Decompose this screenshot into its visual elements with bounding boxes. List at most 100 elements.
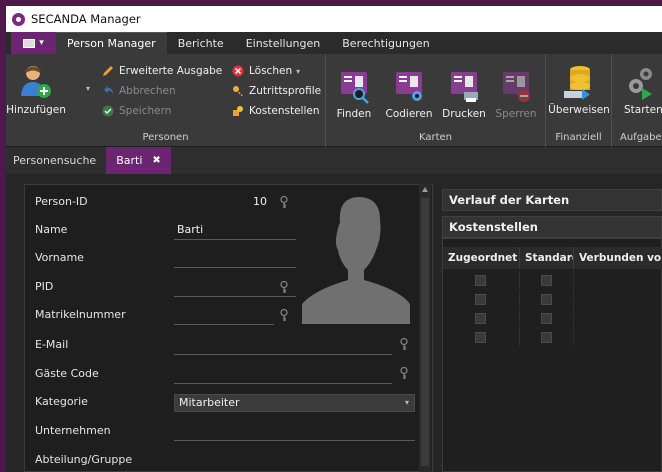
person-id-value: 10 bbox=[253, 195, 267, 208]
save-label: Speichern bbox=[119, 105, 172, 117]
ribbon-group-personen: Hinzufügen ▾ Erweiterte Ausgabe Abbreche… bbox=[6, 54, 326, 147]
key-icon bbox=[232, 85, 244, 97]
coins-transfer-icon bbox=[562, 64, 596, 100]
tab-berechtigungen[interactable]: Berechtigungen bbox=[331, 32, 440, 54]
email-underline bbox=[174, 354, 392, 355]
zugeordnet-checkbox[interactable] bbox=[475, 294, 486, 305]
zugeordnet-checkbox[interactable] bbox=[475, 313, 486, 324]
access-profiles-button[interactable]: Zutrittsprofile bbox=[232, 85, 321, 97]
cancel-button[interactable]: Abbrechen bbox=[102, 85, 176, 97]
cost-centers-button[interactable]: Kostenstellen bbox=[232, 105, 320, 117]
field-unternehmen: Unternehmen bbox=[35, 422, 415, 442]
zugeordnet-checkbox[interactable] bbox=[475, 332, 486, 343]
extended-output-label: Erweiterte Ausgabe bbox=[119, 65, 223, 77]
lock-card-button[interactable]: Sperren bbox=[495, 68, 537, 120]
person-photo-placeholder[interactable] bbox=[300, 192, 412, 324]
cost-centers-header[interactable]: Kostenstellen bbox=[442, 216, 662, 238]
form-scrollbar[interactable] bbox=[419, 184, 431, 472]
grid-header-row: Zugeordnet Standard Verbunden vo bbox=[443, 247, 662, 269]
guest-code-underline bbox=[174, 383, 392, 384]
matrikel-label: Matrikelnummer bbox=[35, 308, 126, 321]
find-card-icon bbox=[337, 68, 371, 104]
access-profiles-label: Zutrittsprofile bbox=[249, 85, 322, 97]
zugeordnet-checkbox[interactable] bbox=[475, 275, 486, 286]
print-card-icon bbox=[447, 68, 481, 104]
app-logo-icon bbox=[12, 12, 25, 26]
start-task-button[interactable]: Starten bbox=[624, 64, 662, 116]
start-task-label: Starten bbox=[624, 104, 662, 116]
key-icon bbox=[400, 338, 408, 350]
column-verbunden[interactable]: Verbunden vo bbox=[574, 247, 662, 269]
standard-checkbox[interactable] bbox=[540, 313, 552, 324]
ribbon-group-finanziell: Überweisen Finanziell bbox=[546, 54, 612, 147]
find-card-button[interactable]: Finden bbox=[334, 68, 374, 120]
abteilung-label: Abteilung/Gruppe bbox=[35, 453, 133, 466]
add-person-label: Hinzufügen bbox=[6, 104, 66, 116]
add-person-button[interactable]: Hinzufügen bbox=[6, 64, 66, 116]
standard-checkbox[interactable] bbox=[540, 332, 552, 343]
kategorie-label: Kategorie bbox=[35, 395, 88, 408]
scroll-thumb[interactable] bbox=[421, 198, 429, 466]
column-zugeordnet[interactable]: Zugeordnet bbox=[443, 247, 520, 269]
tab-personensuche-label: Personensuche bbox=[13, 154, 97, 167]
tab-berichte[interactable]: Berichte bbox=[167, 32, 235, 54]
ribbon-group-aufgaben: Starten Aufgaben bbox=[612, 54, 662, 147]
vorname-label: Vorname bbox=[35, 251, 84, 264]
field-email: E-Mail bbox=[35, 336, 415, 356]
cost-center-icon bbox=[232, 105, 244, 117]
save-button[interactable]: Speichern bbox=[102, 105, 171, 117]
matrikel-underline bbox=[174, 324, 274, 325]
tab-barti-label: Barti bbox=[116, 154, 143, 167]
application-menu-button[interactable]: ▾ bbox=[11, 32, 56, 54]
pid-label: PID bbox=[35, 280, 54, 293]
field-guest-code: Gäste Code bbox=[35, 365, 415, 385]
tab-einstellungen[interactable]: Einstellungen bbox=[235, 32, 332, 54]
key-icon bbox=[280, 281, 288, 293]
encode-card-button[interactable]: Codieren bbox=[384, 68, 434, 120]
group-label-aufgaben: Aufgaben bbox=[620, 132, 662, 143]
key-icon bbox=[400, 367, 408, 379]
tab-barti[interactable]: Barti ✖ bbox=[106, 147, 171, 174]
cost-centers-label: Kostenstellen bbox=[249, 105, 320, 117]
name-underline bbox=[174, 239, 296, 240]
close-tab-icon[interactable]: ✖ bbox=[152, 155, 160, 166]
tab-person-manager[interactable]: Person Manager bbox=[56, 32, 167, 54]
table-row[interactable] bbox=[443, 271, 662, 289]
card-history-header[interactable]: Verlauf der Karten bbox=[442, 189, 662, 211]
title-bar: SECANDA Manager bbox=[6, 6, 662, 32]
find-card-label: Finden bbox=[336, 108, 372, 120]
print-card-button[interactable]: Drucken bbox=[442, 68, 486, 120]
unternehmen-underline bbox=[174, 440, 415, 441]
standard-checkbox[interactable] bbox=[540, 275, 552, 286]
kategorie-select[interactable]: Mitarbeiter ▾ bbox=[174, 394, 415, 412]
standard-checkbox[interactable] bbox=[540, 294, 552, 305]
guest-code-label: Gäste Code bbox=[35, 367, 99, 380]
print-card-label: Drucken bbox=[442, 108, 486, 120]
extended-output-button[interactable]: Erweiterte Ausgabe bbox=[102, 65, 222, 77]
delete-label: Löschen bbox=[249, 65, 293, 77]
group-label-finanziell: Finanziell bbox=[555, 132, 602, 143]
pid-underline bbox=[174, 296, 296, 297]
encode-card-label: Codieren bbox=[385, 108, 433, 120]
table-row[interactable] bbox=[443, 290, 662, 308]
delete-button[interactable]: Löschen ▾ bbox=[232, 65, 300, 77]
transfer-button[interactable]: Überweisen bbox=[548, 64, 610, 116]
main-content: Person-ID 10 Name Barti Vorname PID Matr… bbox=[6, 174, 662, 472]
cancel-label: Abbrechen bbox=[119, 85, 176, 97]
tab-personensuche[interactable]: Personensuche bbox=[6, 147, 106, 174]
lock-card-icon bbox=[499, 68, 533, 104]
name-input[interactable]: Barti bbox=[177, 223, 203, 236]
table-row[interactable] bbox=[443, 309, 662, 327]
window-title: SECANDA Manager bbox=[31, 12, 141, 26]
kategorie-selected-value: Mitarbeiter bbox=[179, 396, 240, 409]
table-row[interactable] bbox=[443, 328, 662, 346]
delete-dropdown-icon: ▾ bbox=[296, 66, 301, 76]
column-standard[interactable]: Standard bbox=[520, 247, 574, 269]
add-dropdown-arrow-icon[interactable]: ▾ bbox=[86, 84, 90, 93]
scroll-up-icon[interactable] bbox=[422, 187, 428, 192]
person-form-panel: Person-ID 10 Name Barti Vorname PID Matr… bbox=[24, 184, 433, 472]
field-abteilung: Abteilung/Gruppe bbox=[35, 451, 415, 471]
ribbon: Hinzufügen ▾ Erweiterte Ausgabe Abbreche… bbox=[6, 54, 662, 147]
add-person-icon bbox=[19, 64, 53, 100]
transfer-label: Überweisen bbox=[548, 104, 610, 116]
